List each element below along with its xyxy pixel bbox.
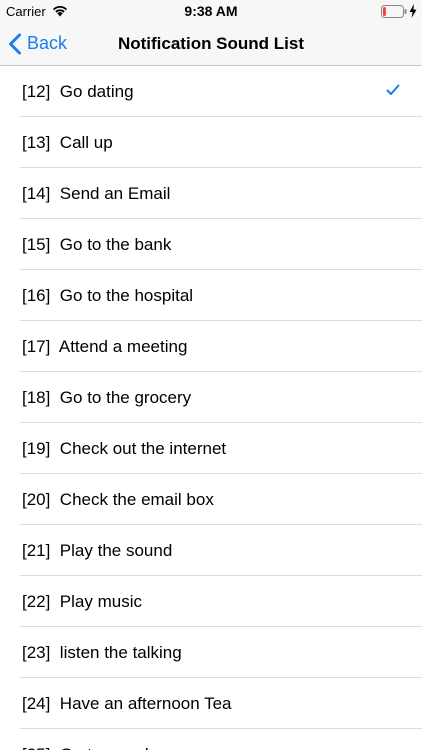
list-item[interactable]: [17] Attend a meeting: [0, 321, 422, 372]
list-item[interactable]: [18] Go to the grocery: [0, 372, 422, 423]
list-item[interactable]: [22] Play music: [0, 576, 422, 627]
list-item-label: [15] Go to the bank: [22, 235, 172, 254]
list-item-label: [24] Have an afternoon Tea: [22, 694, 232, 713]
list-item-label: [21] Play the sound: [22, 541, 173, 560]
list-item-label: [19] Check out the internet: [22, 439, 227, 458]
list-item[interactable]: [15] Go to the bank: [0, 219, 422, 270]
list-item-label: [17] Attend a meeting: [22, 337, 188, 356]
chevron-left-icon: [9, 33, 21, 54]
list-item[interactable]: [23] listen the talking: [0, 627, 422, 678]
battery-icon: [381, 5, 407, 18]
status-bar: Carrier 9:38 AM: [0, 0, 422, 22]
list-item[interactable]: [25] Go to a park: [0, 729, 422, 750]
back-label: Back: [27, 33, 68, 53]
sound-list: [12] Go dating [13] Call up [14] Send an…: [0, 66, 422, 750]
list-item[interactable]: [12] Go dating: [0, 66, 422, 117]
list-item-label: [13] Call up: [22, 133, 113, 152]
list-item-label: [16] Go to the hospital: [22, 286, 194, 305]
list-item[interactable]: [20] Check the email box: [0, 474, 422, 525]
list-item-label: [22] Play music: [22, 592, 142, 611]
list-item[interactable]: [13] Call up: [0, 117, 422, 168]
list-item[interactable]: [21] Play the sound: [0, 525, 422, 576]
list-item[interactable]: [24] Have an afternoon Tea: [0, 678, 422, 729]
charging-bolt-icon: [409, 4, 417, 18]
list-item[interactable]: [16] Go to the hospital: [0, 270, 422, 321]
list-item-label: [14] Send an Email: [22, 184, 171, 203]
list-item[interactable]: [14] Send an Email: [0, 168, 422, 219]
list-item-label: [12] Go dating: [22, 82, 134, 101]
screen: Carrier 9:38 AM Back Notification Sound …: [0, 0, 422, 750]
back-button[interactable]: Back: [8, 22, 67, 65]
list-item-label: [23] listen the talking: [22, 643, 182, 662]
list-item-label: [18] Go to the grocery: [22, 388, 192, 407]
list-item-label: [25] Go to a park: [22, 729, 153, 750]
checkmark-icon: [386, 84, 400, 95]
status-time: 9:38 AM: [184, 3, 238, 19]
list-item-label: [20] Check the email box: [22, 490, 214, 509]
list-item[interactable]: [19] Check out the internet: [0, 423, 422, 474]
navigation-bar: Back Notification Sound List: [0, 22, 422, 66]
